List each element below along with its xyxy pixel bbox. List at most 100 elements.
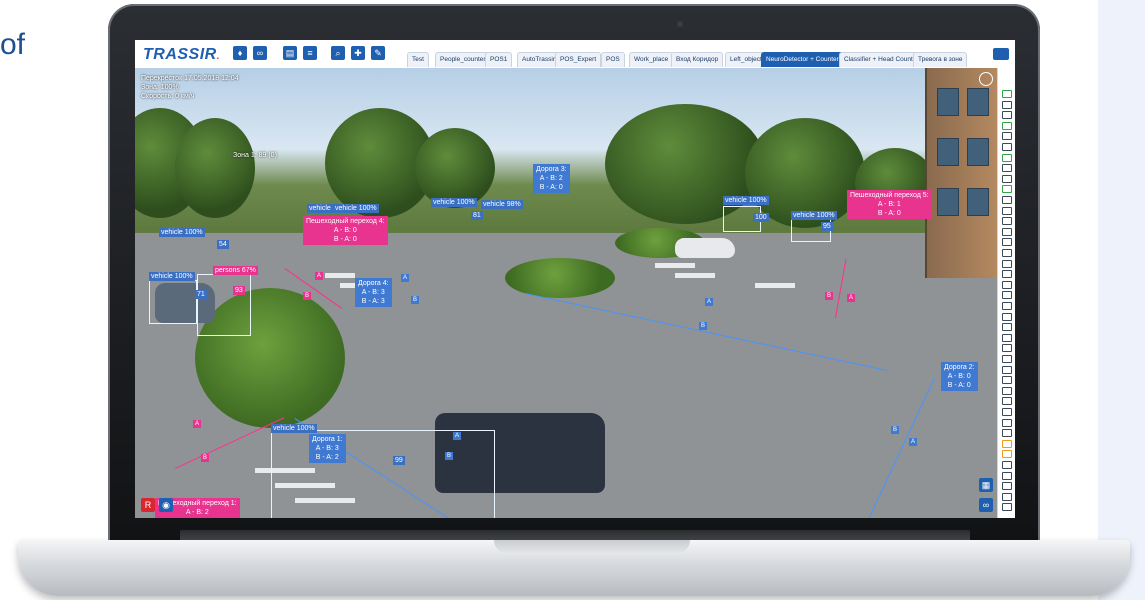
- channel-indicator[interactable]: [1002, 90, 1012, 98]
- channel-indicator[interactable]: [1002, 143, 1012, 151]
- zone-road-3[interactable]: Дорога 3: A - B: 2 B - A: 0: [533, 164, 570, 193]
- detection-label: vehicle 100%: [159, 228, 205, 237]
- tab-2[interactable]: POS1: [485, 52, 513, 67]
- marker-b: B: [303, 292, 311, 300]
- screen: TRASSIR. ♦ ∞ ▤ ≡ ⌕ ✚ ✎ Test People_counte…: [135, 40, 1015, 518]
- channel-indicator[interactable]: [1002, 249, 1012, 257]
- channel-indicator[interactable]: [1002, 174, 1012, 183]
- channel-indicator[interactable]: [1002, 503, 1012, 512]
- building-window: [967, 188, 989, 216]
- channel-indicator[interactable]: [1002, 153, 1012, 162]
- building-window: [967, 88, 989, 116]
- tab-6[interactable]: Work_place: [629, 52, 674, 67]
- channel-indicator[interactable]: [1002, 185, 1012, 194]
- camera-view[interactable]: vehicle 100% 54 vehicle 100% 71 persons …: [135, 68, 997, 518]
- zone-road-2[interactable]: Дорога 2: A - B: 0 B - A: 0: [941, 362, 978, 391]
- channel-indicator[interactable]: [1002, 376, 1012, 385]
- channel-indicator[interactable]: [1002, 386, 1012, 395]
- channel-indicator[interactable]: [1002, 323, 1012, 332]
- channel-indicator[interactable]: [1002, 429, 1012, 438]
- channel-indicator[interactable]: [1002, 227, 1012, 236]
- channel-indicator[interactable]: [1002, 482, 1012, 491]
- marker-b: B: [891, 426, 899, 434]
- edit-icon[interactable]: ✎: [371, 46, 385, 60]
- building: [925, 68, 997, 278]
- channel-indicator[interactable]: [1002, 111, 1012, 120]
- channel-indicator[interactable]: [1002, 439, 1012, 448]
- tab-1[interactable]: People_counter: [435, 52, 491, 67]
- tab-11[interactable]: Тревога в зоне: [913, 52, 968, 67]
- detection-label: persons 67%: [213, 266, 258, 275]
- detection-box[interactable]: [197, 274, 251, 336]
- osd-info: Перекрёсток 17.05.2018 12:04 Зона: 100% …: [141, 74, 239, 101]
- channel-indicator[interactable]: [1002, 238, 1012, 247]
- list-icon[interactable]: ≡: [303, 46, 317, 60]
- tab-4[interactable]: POS_Expert: [555, 52, 602, 67]
- car: [675, 238, 735, 258]
- channel-indicator[interactable]: [1002, 291, 1012, 300]
- zone-crosswalk-5[interactable]: Пешеходный переход 5: A - B: 1 B - A: 0: [847, 190, 932, 219]
- video-camera-icon[interactable]: [993, 48, 1009, 60]
- puzzle-icon[interactable]: ✚: [351, 46, 365, 60]
- channel-indicator[interactable]: [1002, 196, 1012, 204]
- chat-icon[interactable]: ▤: [283, 46, 297, 60]
- detection-box[interactable]: [149, 280, 197, 324]
- detection-value: 93: [233, 286, 245, 295]
- tab-0[interactable]: Test: [407, 52, 429, 67]
- search-icon[interactable]: ⌕: [331, 46, 345, 60]
- marker-b: B: [201, 454, 209, 462]
- channel-indicator[interactable]: [1002, 312, 1012, 321]
- channel-indicator[interactable]: [1002, 100, 1012, 109]
- laptop-base: [18, 540, 1130, 596]
- zoom-icon[interactable]: [979, 72, 993, 86]
- channel-indicator[interactable]: [1002, 397, 1012, 406]
- channel-indicator[interactable]: [1002, 280, 1012, 289]
- channel-indicator[interactable]: [1002, 121, 1012, 130]
- osd-line: Перекрёсток 17.05.2018 12:04: [141, 75, 239, 82]
- calendar-icon[interactable]: ▦: [979, 478, 993, 492]
- channel-indicator[interactable]: [1002, 492, 1012, 501]
- marker-a: A: [453, 432, 461, 440]
- channel-indicator[interactable]: [1002, 206, 1012, 215]
- crosswalk-stripe: [675, 273, 715, 278]
- marker-b: B: [825, 292, 833, 300]
- channel-indicator[interactable]: [1002, 344, 1012, 353]
- marker-a: A: [909, 438, 917, 446]
- channel-indicator[interactable]: [1002, 333, 1012, 342]
- channel-indicator[interactable]: [1002, 270, 1012, 279]
- tree: [415, 128, 495, 208]
- channel-indicator[interactable]: [1002, 471, 1012, 480]
- channel-indicator[interactable]: [1002, 365, 1012, 374]
- detection-label: vehicle 100%: [791, 211, 837, 220]
- channel-indicator[interactable]: [1002, 418, 1012, 427]
- link-icon[interactable]: ∞: [253, 46, 267, 60]
- tab-7[interactable]: Вход Коридор: [671, 52, 724, 67]
- tab-9[interactable]: NeuroDetector + Counter: [761, 52, 844, 67]
- detection-box[interactable]: [271, 430, 495, 518]
- channel-indicator[interactable]: [1002, 450, 1012, 459]
- channel-indicator[interactable]: [1002, 164, 1012, 173]
- detection-label: vehicle 100%: [333, 204, 379, 213]
- channel-indicator[interactable]: [1002, 217, 1012, 226]
- tab-3[interactable]: AutoTrassir: [517, 52, 560, 67]
- link-icon[interactable]: ∞: [979, 498, 993, 512]
- channel-indicator[interactable]: [1002, 132, 1012, 141]
- record-button[interactable]: R: [141, 498, 155, 512]
- right-panel: [1098, 0, 1145, 600]
- camera-icon[interactable]: ◉: [159, 498, 173, 512]
- zone-crosswalk-4[interactable]: Пешеходный переход 4: A - B: 0 B - A: 0: [303, 216, 388, 245]
- tab-5[interactable]: POS: [601, 52, 625, 67]
- detection-value: 99: [393, 456, 405, 465]
- channel-indicator[interactable]: [1002, 408, 1012, 416]
- logo-mark: .: [216, 51, 221, 62]
- channel-indicator[interactable]: [1002, 259, 1012, 268]
- channel-indicator[interactable]: [1002, 461, 1012, 469]
- crosswalk-stripe: [655, 263, 695, 268]
- channel-indicator[interactable]: [1002, 355, 1012, 363]
- zone-road-4[interactable]: Дорога 4: A - B: 3 B - A: 3: [355, 278, 392, 307]
- tab-10[interactable]: Classifier + Head Counter: [839, 52, 924, 67]
- bell-icon[interactable]: ♦: [233, 46, 247, 60]
- channel-indicator[interactable]: [1002, 302, 1012, 310]
- detection-label: vehicle 98%: [481, 200, 523, 209]
- zone-road-1[interactable]: Дорога 1: A - B: 3 B - A: 2: [309, 434, 346, 463]
